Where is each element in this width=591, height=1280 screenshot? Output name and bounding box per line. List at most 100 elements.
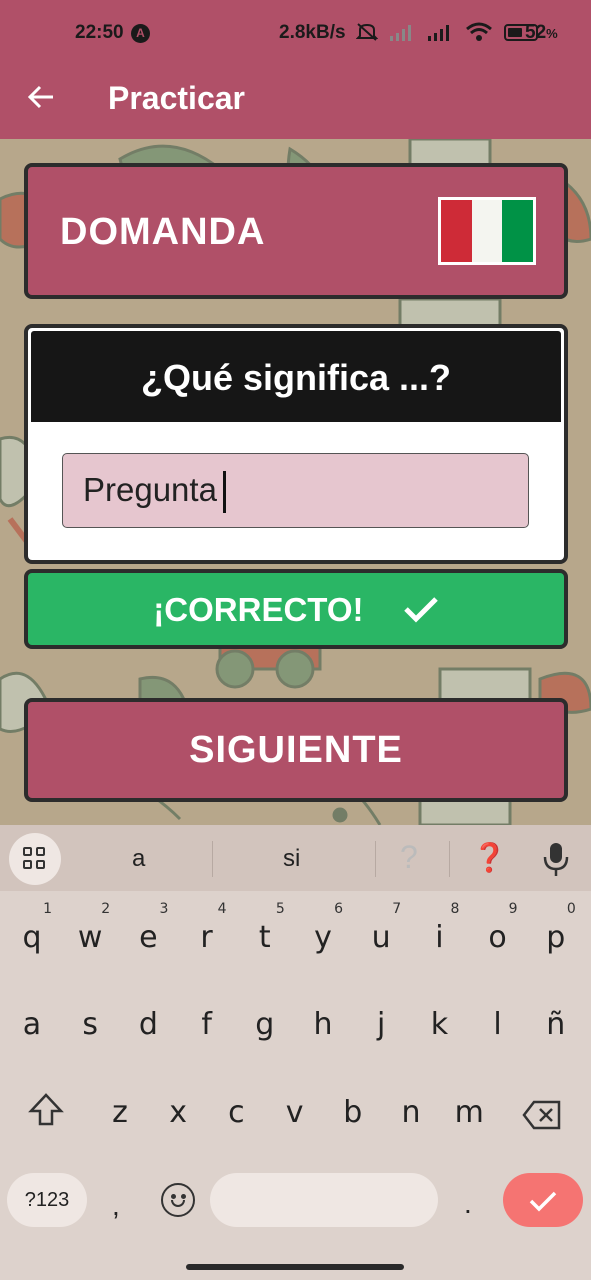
text-caret: [222, 471, 226, 514]
status-time: 22:50: [75, 22, 124, 43]
key-hint: 8: [450, 901, 460, 917]
key-e[interactable]: e3: [124, 902, 172, 968]
key-hint: 3: [159, 901, 169, 917]
status-icons: [356, 22, 538, 42]
key-q[interactable]: q1: [8, 902, 56, 968]
key-w[interactable]: w2: [66, 902, 114, 968]
key-l[interactable]: l: [474, 995, 522, 1055]
key-g[interactable]: g: [241, 995, 289, 1055]
answer-value: Pregunta: [83, 471, 217, 508]
shift-icon[interactable]: [28, 1092, 64, 1128]
flag-stripe-red: [441, 200, 472, 262]
arrow-left-icon[interactable]: [26, 82, 58, 114]
microphone-icon[interactable]: [542, 841, 570, 877]
key-label: v: [285, 1095, 304, 1130]
flag-stripe-green: [502, 200, 534, 262]
key-v[interactable]: v: [271, 1083, 319, 1143]
key-k[interactable]: k: [415, 995, 463, 1055]
key-label: ñ: [546, 1007, 566, 1042]
divider: [375, 841, 376, 877]
divider: [212, 841, 213, 877]
suggestion-a[interactable]: a: [132, 845, 145, 873]
key-f[interactable]: f: [183, 995, 231, 1055]
period-key[interactable]: .: [464, 1188, 472, 1220]
key-hint: 0: [566, 901, 576, 917]
key-m[interactable]: m: [445, 1083, 493, 1143]
page-title: Practicar: [108, 80, 245, 116]
key-b[interactable]: b: [329, 1083, 377, 1143]
key-hint: 6: [334, 901, 343, 917]
status-bar: 22:50 A 2.8kB/s 52%: [0, 0, 591, 68]
key-label: x: [169, 1095, 188, 1130]
key-label: g: [255, 1007, 275, 1042]
apps-grid-icon[interactable]: [9, 833, 61, 885]
answer-input[interactable]: Pregunta: [62, 453, 529, 528]
italy-flag-icon: [438, 197, 536, 265]
flag-stripe-white: [471, 200, 503, 262]
key-label: p: [546, 920, 566, 955]
symbols-key[interactable]: ?123: [7, 1173, 87, 1227]
key-o[interactable]: o9: [474, 902, 522, 968]
enter-key[interactable]: [503, 1173, 583, 1227]
key-j[interactable]: j: [357, 995, 405, 1055]
question-label: DOMANDA: [60, 211, 266, 253]
key-label: c: [228, 1095, 245, 1130]
key-n[interactable]: n: [387, 1083, 435, 1143]
key-a[interactable]: a: [8, 995, 56, 1055]
key-label: w: [77, 920, 103, 955]
app-bar: 22:50 A 2.8kB/s 52% Practicar: [0, 0, 591, 139]
key-d[interactable]: d: [124, 995, 172, 1055]
key-label: s: [82, 1007, 98, 1042]
prompt-card: ¿Qué significa ...? Pregunta: [24, 324, 568, 564]
next-button[interactable]: SIGUIENTE: [24, 698, 568, 802]
gesture-nav-bar: [186, 1264, 404, 1270]
suggestion-si[interactable]: si: [283, 845, 300, 873]
suggestion-question-red[interactable]: ❓: [472, 841, 507, 874]
space-key[interactable]: [210, 1173, 438, 1227]
check-icon: [529, 1191, 557, 1212]
backspace-icon[interactable]: [522, 1099, 562, 1131]
key-label: r: [200, 920, 213, 955]
key-u[interactable]: u7: [357, 902, 405, 968]
signal-icon: [390, 25, 411, 41]
key-p[interactable]: p0: [532, 902, 580, 968]
key-hint: 7: [392, 901, 402, 917]
status-net-speed: 2.8kB/s: [279, 22, 346, 43]
key-i[interactable]: i8: [415, 902, 463, 968]
key-r[interactable]: r4: [183, 902, 231, 968]
key-row-2: a sdfghjk l ñ: [0, 995, 591, 1055]
key-label: a: [22, 1007, 42, 1042]
comma-key[interactable]: ,: [112, 1190, 120, 1222]
key-hint: 9: [508, 901, 518, 917]
key-s[interactable]: s: [66, 995, 114, 1055]
key-row-1: q1w2e3r4t5y6u7i8o9p0: [0, 902, 591, 968]
key-label: y: [314, 920, 332, 955]
key-label: o: [488, 920, 507, 955]
correct-button[interactable]: ¡CORRECTO!: [24, 569, 568, 649]
key-h[interactable]: h: [299, 995, 347, 1055]
key-label: t: [258, 920, 271, 955]
key-label: q: [22, 920, 42, 955]
key-label: m: [454, 1095, 484, 1130]
key-hint: 4: [217, 901, 227, 917]
wifi-icon: [466, 22, 492, 41]
key-y[interactable]: y6: [299, 902, 347, 968]
emoji-icon[interactable]: [161, 1183, 195, 1217]
key-label: k: [430, 1007, 449, 1042]
key-x[interactable]: x: [154, 1083, 202, 1143]
mute-icon: [356, 23, 378, 41]
key-z[interactable]: z: [96, 1083, 144, 1143]
key-t[interactable]: t5: [241, 902, 289, 968]
key-label: l: [493, 1007, 502, 1042]
key-label: e: [139, 920, 158, 955]
suggestion-question-white[interactable]: ?: [400, 839, 418, 876]
prompt-heading: ¿Qué significa ...?: [28, 328, 564, 422]
signal-icon: [428, 25, 449, 41]
battery-percent: 52%: [525, 22, 558, 44]
key-ñ[interactable]: ñ: [532, 995, 580, 1055]
question-card: DOMANDA: [24, 163, 568, 299]
key-hint: 1: [43, 901, 52, 917]
divider: [449, 841, 450, 877]
key-c[interactable]: c: [212, 1083, 260, 1143]
key-label: n: [401, 1095, 421, 1130]
